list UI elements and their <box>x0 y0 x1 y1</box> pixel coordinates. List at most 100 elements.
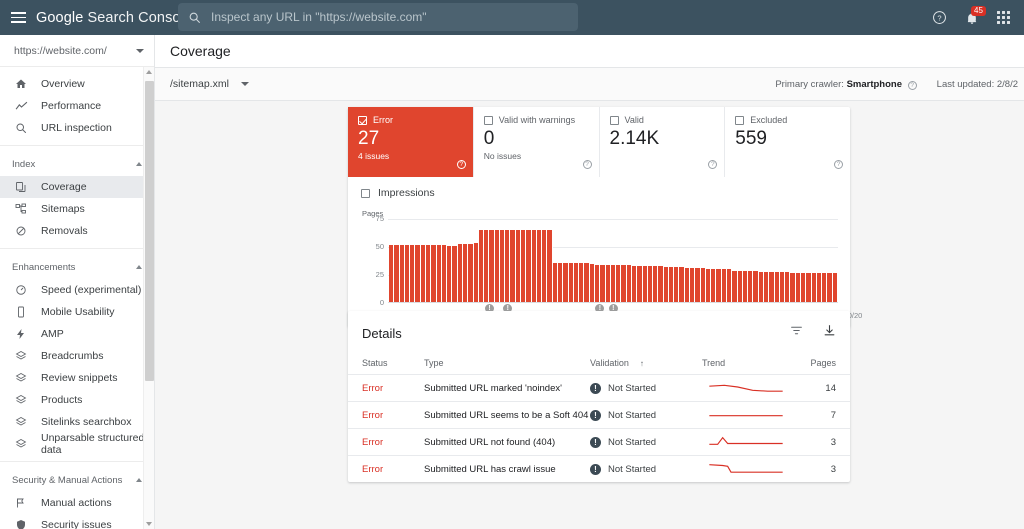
brand-product: Search Console <box>87 9 193 26</box>
sidebar-item-mobile-usability[interactable]: Mobile Usability <box>0 301 154 323</box>
cell-trend <box>702 377 794 400</box>
sidebar-group-index[interactable]: Index <box>0 152 154 176</box>
column-header-status: Status <box>362 358 388 368</box>
cell-validation: ! Not Started <box>590 436 702 448</box>
brand-google: Google <box>36 9 84 26</box>
status-card-valid-with-warnings[interactable]: Valid with warnings 0 No issues ? <box>474 107 600 177</box>
divider <box>0 248 154 249</box>
table-row[interactable]: Error Submitted URL not found (404)! Not S… <box>348 428 850 455</box>
table-row[interactable]: Error Submitted URL has crawl issue! Not S… <box>348 455 850 482</box>
sidebar-group-label: Index <box>12 158 36 170</box>
checkbox-icon[interactable] <box>361 188 370 198</box>
chart-plot-area <box>389 219 838 303</box>
table-row[interactable]: Error Submitted URL marked 'noindex'! Not … <box>348 374 850 401</box>
scroll-up-arrow-icon[interactable] <box>146 70 152 74</box>
table-row[interactable]: Error Submitted URL seems to be a Soft 40… <box>348 401 850 428</box>
sidebar-item-overview[interactable]: Overview <box>0 73 154 95</box>
notifications-bell-icon[interactable]: 45 <box>965 5 986 25</box>
hamburger-menu-icon[interactable] <box>0 0 36 35</box>
download-icon[interactable] <box>823 324 836 342</box>
checkbox-icon[interactable] <box>735 115 745 125</box>
status-card-valid[interactable]: Valid 2.14K ? <box>600 107 726 177</box>
cell-validation-label: Not Started <box>608 382 657 394</box>
sidebar-item-url-inspection[interactable]: URL inspection <box>0 117 154 139</box>
column-header-validation[interactable]: Validation ↑ <box>590 358 702 368</box>
cell-status: Error <box>362 382 384 394</box>
column-header-pages: Pages <box>810 358 836 368</box>
sidebar-item-manual-actions[interactable]: Manual actions <box>0 492 154 514</box>
sidebar-item-unparsable-structured-data[interactable]: Unparsable structured data <box>0 432 154 456</box>
sidebar-item-label: Products <box>41 394 83 406</box>
svg-text:?: ? <box>937 13 941 22</box>
sidebar-item-products[interactable]: Products <box>0 389 154 411</box>
trend-sparkline-icon <box>709 436 783 445</box>
sidebar-item-review-snippets[interactable]: Review snippets <box>0 367 154 389</box>
sitemap-selector-value: /sitemap.xml <box>170 78 229 90</box>
help-icon[interactable]: ? <box>456 160 466 169</box>
sidebar-item-amp[interactable]: AMP <box>0 323 154 345</box>
crawler-info: Primary crawler: Smartphone ? Last updat… <box>775 79 1018 90</box>
help-icon[interactable]: ? <box>907 80 917 90</box>
help-icon[interactable]: ? <box>708 160 718 169</box>
sidebar-item-sitemaps[interactable]: Sitemaps <box>0 198 154 220</box>
sidebar-group-security[interactable]: Security & Manual Actions <box>0 468 154 492</box>
sidebar-item-coverage[interactable]: Coverage <box>0 176 154 198</box>
checkbox-icon[interactable] <box>609 115 619 125</box>
trend-sparkline-icon <box>709 384 783 392</box>
status-card-value: 2.14K <box>609 128 660 149</box>
checkbox-icon[interactable] <box>358 115 367 125</box>
flag-icon <box>14 496 28 510</box>
sidebar-item-label: Performance <box>41 100 102 112</box>
status-card-excluded[interactable]: Excluded 559 ? <box>725 107 850 177</box>
help-icon-wrap: ? <box>580 153 592 171</box>
page-title: Coverage <box>170 43 231 59</box>
impressions-label: Impressions <box>378 187 435 199</box>
scroll-down-arrow-icon[interactable] <box>146 522 152 526</box>
sidebar-item-sitelinks-searchbox[interactable]: Sitelinks searchbox <box>0 411 154 433</box>
sidebar-item-label: Manual actions <box>41 497 112 509</box>
sidebar-item-breadcrumbs[interactable]: Breadcrumbs <box>0 345 154 367</box>
chart-y-tick-label: 75 <box>375 214 384 223</box>
impressions-toggle[interactable]: Impressions <box>358 187 838 199</box>
status-card-label: Excluded <box>750 115 788 125</box>
status-card-error[interactable]: Error 27 4 issues ? <box>348 107 474 177</box>
help-icon-wrap: ? <box>705 153 718 171</box>
filter-icon[interactable] <box>790 324 803 342</box>
lightning-bolt-icon <box>14 327 28 341</box>
sidebar-scrollbar[interactable] <box>143 67 154 529</box>
cell-type: Submitted URL has crawl issue <box>424 463 556 475</box>
help-icon[interactable]: ? <box>932 10 947 25</box>
warning-exclamation-icon: ! <box>590 409 601 421</box>
chart-y-tick-label: 50 <box>375 242 384 251</box>
cell-trend <box>702 458 794 481</box>
sidebar-item-speed[interactable]: Speed (experimental) <box>0 279 154 301</box>
chart-bar[interactable] <box>832 272 838 303</box>
structured-data-icon <box>14 437 28 451</box>
scrollbar-thumb[interactable] <box>145 81 154 381</box>
apps-grid-icon[interactable] <box>997 11 1010 24</box>
help-icon-wrap: ? <box>831 153 843 171</box>
sidebar-item-performance[interactable]: Performance <box>0 95 154 117</box>
checkbox-icon[interactable] <box>483 115 493 125</box>
status-card-sub: 4 issues <box>358 151 390 161</box>
trend-sparkline-icon <box>709 463 783 473</box>
cell-pages: 3 <box>830 463 836 475</box>
sidebar-item-removals[interactable]: Removals <box>0 220 154 242</box>
primary-crawler-label: Primary crawler: <box>775 78 844 90</box>
sidebar-item-security-issues[interactable]: Security issues <box>0 514 154 529</box>
column-header-type: Type <box>424 358 444 368</box>
structured-data-icon <box>14 371 28 385</box>
sidebar-group-label: Security & Manual Actions <box>12 474 123 486</box>
chevron-up-icon <box>136 478 142 482</box>
status-card-value: 559 <box>735 128 767 149</box>
sidebar-item-label: AMP <box>41 328 64 340</box>
sidebar-group-enhancements[interactable]: Enhancements <box>0 255 154 279</box>
sitemap-selector[interactable]: /sitemap.xml <box>170 78 249 90</box>
property-selector[interactable]: https://website.com/ <box>0 35 154 67</box>
help-icon[interactable]: ? <box>834 160 843 169</box>
url-inspection-search-box[interactable] <box>178 3 578 31</box>
cell-validation: ! Not Started <box>590 409 702 421</box>
shield-icon <box>14 518 28 529</box>
help-icon[interactable]: ? <box>582 160 592 169</box>
search-input[interactable] <box>211 10 568 24</box>
